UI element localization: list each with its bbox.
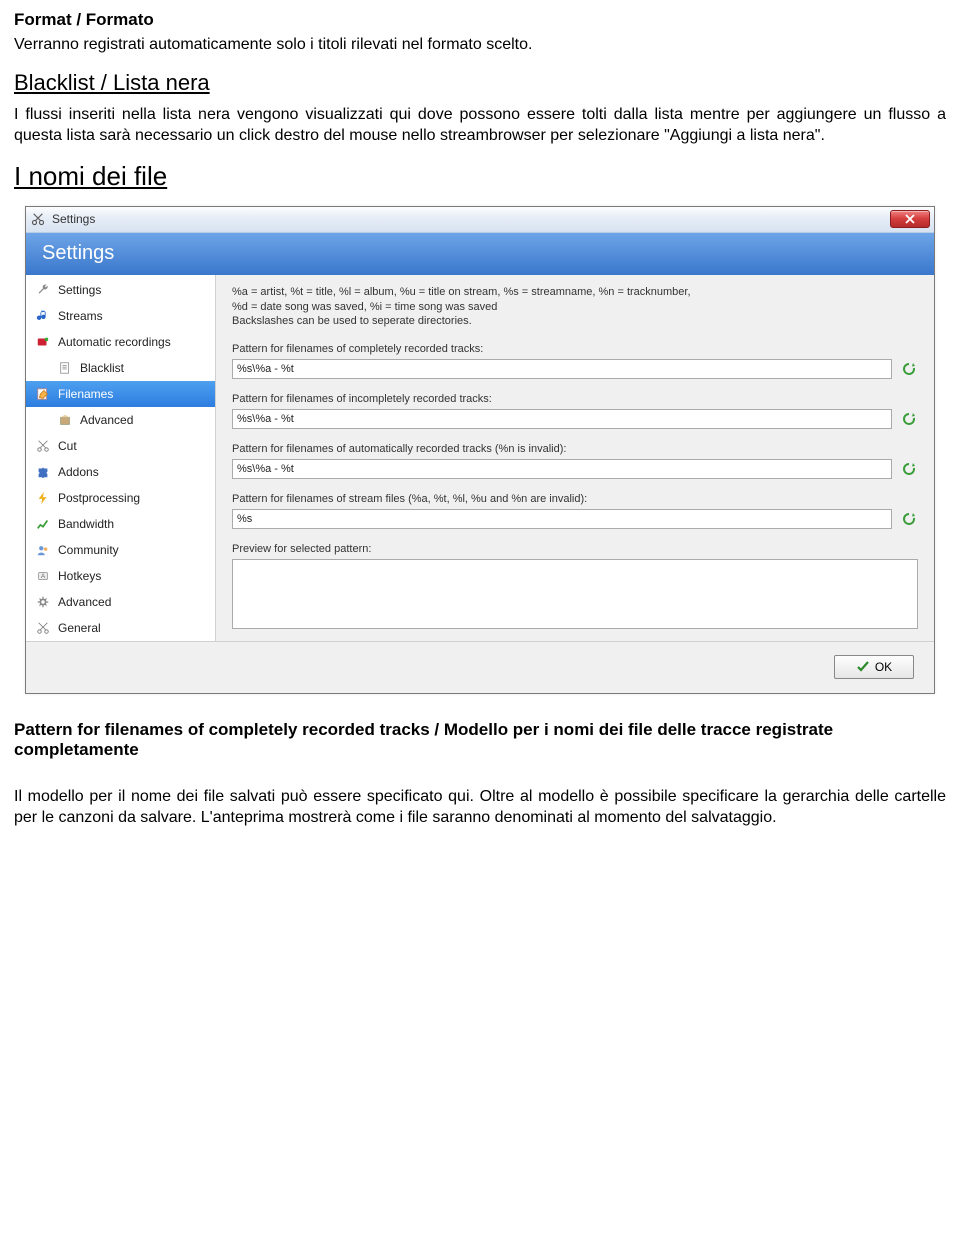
check-icon — [856, 660, 870, 674]
label-pattern-stream: Pattern for filenames of stream files (%… — [232, 493, 918, 505]
sidebar-item-label: Cut — [58, 439, 77, 453]
refresh-icon[interactable] — [900, 410, 918, 428]
users-icon — [34, 542, 52, 558]
pencil-icon — [34, 386, 52, 402]
hint-line-1: %a = artist, %t = title, %l = album, %u … — [232, 285, 918, 300]
sidebar-item-label: Settings — [58, 283, 101, 297]
puzzle-icon — [34, 464, 52, 480]
sidebar-item-label: Automatic recordings — [58, 335, 171, 349]
sidebar-item-settings[interactable]: Settings — [26, 277, 215, 303]
key-icon: A — [34, 568, 52, 584]
sidebar-item-advanced[interactable]: Advanced — [26, 407, 215, 433]
settings-dialog: Settings Settings Settings Streams Automat… — [25, 206, 935, 694]
refresh-icon[interactable] — [900, 510, 918, 528]
sidebar-item-label: Advanced — [80, 413, 133, 427]
paragraph-pattern-complete: Il modello per il nome dei file salvati … — [14, 786, 946, 829]
note-icon — [34, 308, 52, 324]
rec-icon — [34, 334, 52, 350]
sidebar-item-streams[interactable]: Streams — [26, 303, 215, 329]
paragraph-format: Verranno registrati automaticamente solo… — [14, 34, 946, 56]
dialog-banner: Settings — [26, 233, 934, 275]
wrench-icon — [34, 282, 52, 298]
input-pattern-stream[interactable] — [232, 509, 892, 529]
sidebar-item-label: Blacklist — [80, 361, 124, 375]
input-pattern-complete[interactable] — [232, 359, 892, 379]
heading-pattern-complete: Pattern for filenames of completely reco… — [14, 720, 946, 760]
refresh-icon[interactable] — [900, 360, 918, 378]
sidebar-item-community[interactable]: Community — [26, 537, 215, 563]
sidebar-item-blacklist[interactable]: Blacklist — [26, 355, 215, 381]
titlebar: Settings — [26, 207, 934, 233]
input-pattern-auto[interactable] — [232, 459, 892, 479]
sidebar-item-postprocessing[interactable]: Postprocessing — [26, 485, 215, 511]
bolt-icon — [34, 490, 52, 506]
refresh-icon[interactable] — [900, 460, 918, 478]
gear-icon — [34, 594, 52, 610]
sidebar-item-label: Hotkeys — [58, 569, 101, 583]
sidebar-item-general[interactable]: General — [26, 615, 215, 641]
label-pattern-incomplete: Pattern for filenames of incompletely re… — [232, 393, 918, 405]
sidebar: Settings Streams Automatic recordings Black… — [26, 275, 216, 641]
sidebar-item-label: Filenames — [58, 387, 113, 401]
hint-line-3: Backslashes can be used to seperate dire… — [232, 314, 918, 329]
sidebar-item-automatic-recordings[interactable]: Automatic recordings — [26, 329, 215, 355]
sidebar-item-label: Postprocessing — [58, 491, 140, 505]
heading-format: Format / Formato — [14, 10, 946, 30]
sidebar-item-addons[interactable]: Addons — [26, 459, 215, 485]
hint-line-2: %d = date song was saved, %i = time song… — [232, 300, 918, 315]
label-preview: Preview for selected pattern: — [232, 543, 918, 555]
sidebar-item-cut[interactable]: Cut — [26, 433, 215, 459]
sidebar-item-label: Bandwidth — [58, 517, 114, 531]
scissors2-icon — [34, 620, 52, 636]
main-panel: %a = artist, %t = title, %l = album, %u … — [216, 275, 934, 641]
window-title: Settings — [52, 212, 890, 226]
heading-filenames: I nomi dei file — [14, 161, 946, 192]
page-icon — [56, 360, 74, 376]
scissors-icon — [30, 211, 46, 227]
sidebar-item-bandwidth[interactable]: Bandwidth — [26, 511, 215, 537]
box-icon — [56, 412, 74, 428]
heading-blacklist: Blacklist / Lista nera — [14, 70, 946, 96]
ok-label: OK — [875, 660, 892, 674]
sidebar-item-label: Advanced — [58, 595, 111, 609]
sidebar-item-label: General — [58, 621, 101, 635]
chart-icon — [34, 516, 52, 532]
dialog-footer: OK — [26, 641, 934, 693]
sidebar-item-label: Community — [58, 543, 119, 557]
sidebar-item-advanced[interactable]: Advanced — [26, 589, 215, 615]
sidebar-item-label: Addons — [58, 465, 99, 479]
label-pattern-complete: Pattern for filenames of completely reco… — [232, 343, 918, 355]
scissors-icon — [34, 438, 52, 454]
sidebar-item-label: Streams — [58, 309, 103, 323]
label-pattern-auto: Pattern for filenames of automatically r… — [232, 443, 918, 455]
sidebar-item-hotkeys[interactable]: A Hotkeys — [26, 563, 215, 589]
sidebar-item-filenames[interactable]: Filenames — [26, 381, 215, 407]
preview-box — [232, 559, 918, 629]
ok-button[interactable]: OK — [834, 655, 914, 679]
input-pattern-incomplete[interactable] — [232, 409, 892, 429]
paragraph-blacklist: I flussi inseriti nella lista nera vengo… — [14, 104, 946, 147]
close-button[interactable] — [890, 210, 930, 228]
